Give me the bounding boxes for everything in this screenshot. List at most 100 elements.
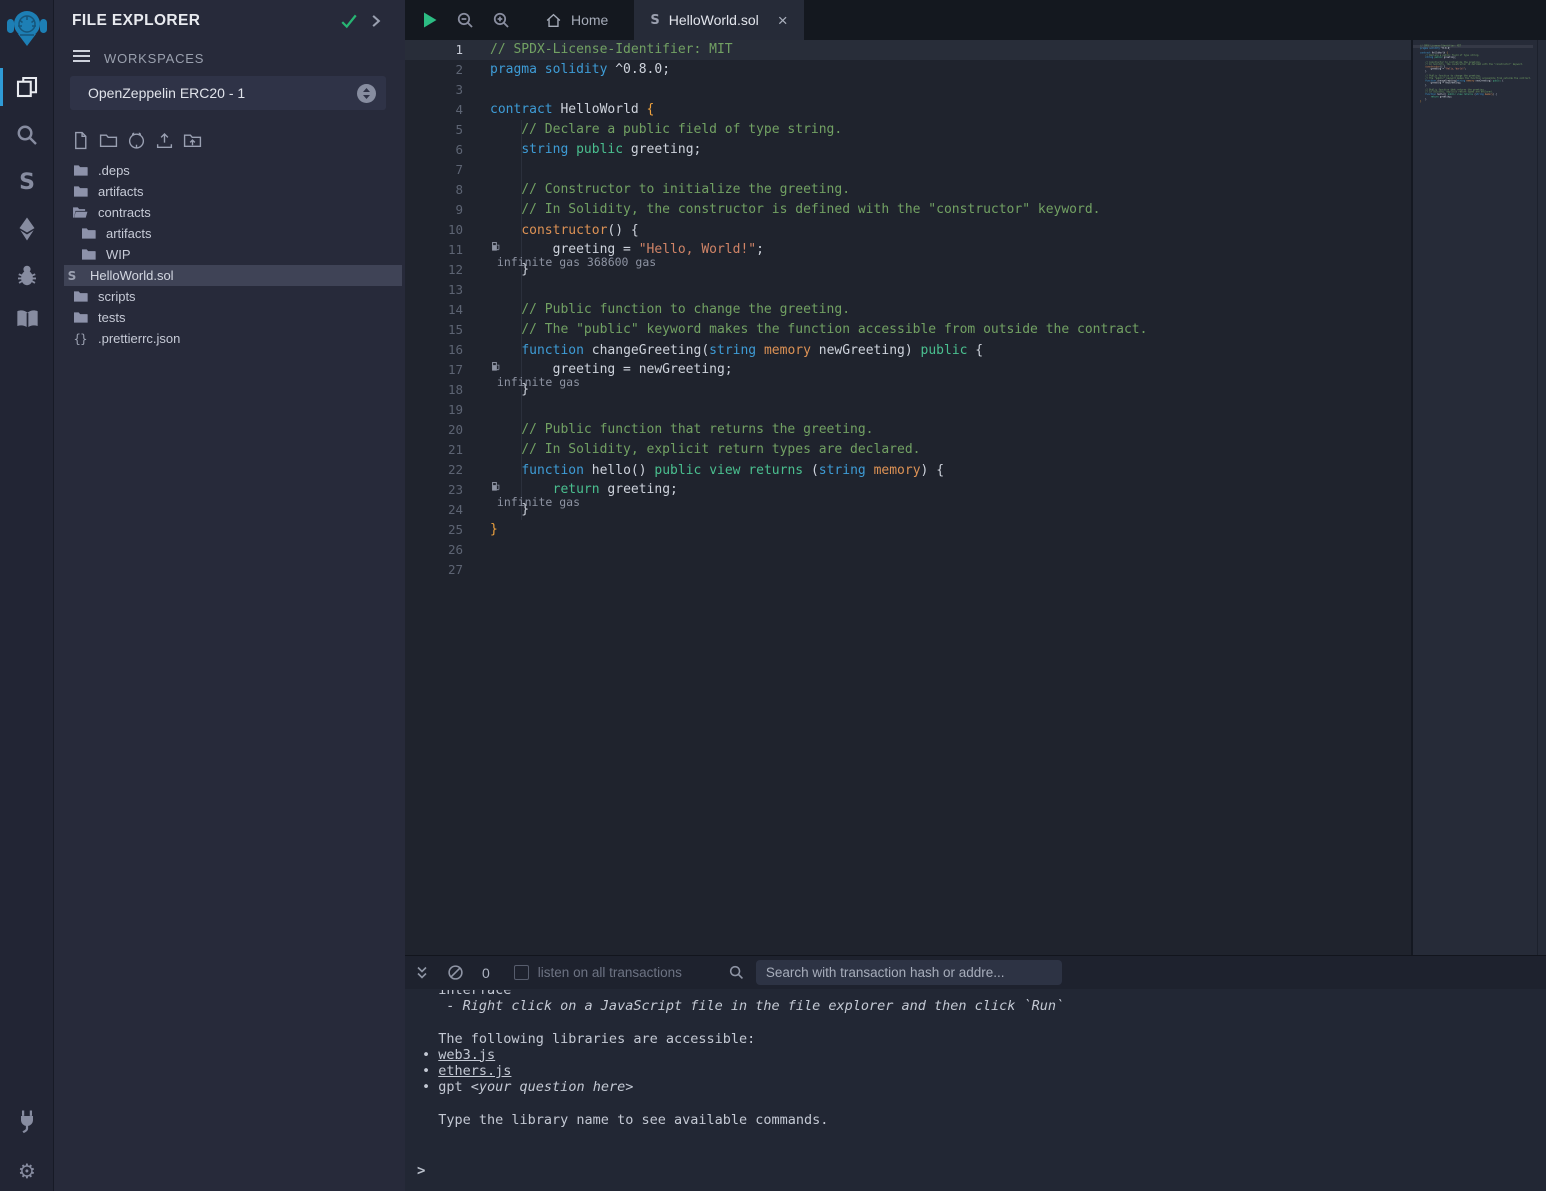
line-number: 18: [405, 380, 463, 400]
code-line-15[interactable]: // The "public" keyword makes the functi…: [490, 320, 1147, 340]
panel-title: FILE EXPLORER: [72, 12, 200, 30]
code-line-20[interactable]: // Public function that returns the gree…: [490, 420, 1147, 440]
minimap-code: // SPDX-License-Identifier: MITpragma so…: [1420, 45, 1531, 107]
workspace-select[interactable]: OpenZeppelin ERC20 - 1: [70, 76, 386, 110]
listen-transactions-label: listen on all transactions: [538, 965, 682, 980]
close-icon[interactable]: ×: [778, 12, 788, 29]
code-line-17[interactable]: greeting = newGreeting;: [490, 360, 1147, 380]
tree-item-contracts[interactable]: contracts: [55, 202, 405, 223]
code-line-27[interactable]: [490, 560, 1147, 580]
folder-icon: [72, 163, 88, 179]
sidebar-item-deploy-and-run[interactable]: [0, 210, 54, 248]
run-script-button[interactable]: [411, 0, 447, 40]
code-line-14[interactable]: // Public function to change the greetin…: [490, 300, 1147, 320]
code-line-6[interactable]: string public greeting;: [490, 140, 1147, 160]
code-line-11[interactable]: greeting = "Hello, World!";: [490, 240, 1147, 260]
tree-item-scripts[interactable]: scripts: [55, 286, 405, 307]
file-tree: .depsartifactscontractsartifactsWIPSHell…: [55, 160, 405, 349]
tree-item-label: .deps: [98, 163, 130, 178]
tab-helloworld-sol[interactable]: S HelloWorld.sol ×: [634, 0, 803, 40]
zoom-out-icon[interactable]: [447, 0, 483, 40]
code-line-19[interactable]: [490, 400, 1147, 420]
remix-ide-window: S: [0, 0, 1546, 1191]
line-number: 8: [405, 180, 463, 200]
upload-file-icon[interactable]: [154, 129, 174, 151]
zoom-in-icon[interactable]: [483, 0, 519, 40]
line-number: 15: [405, 320, 463, 340]
code-editor[interactable]: 1234567891011121314151617181920212223242…: [405, 40, 1411, 955]
line-number: 1: [405, 40, 463, 60]
tree-item-tests[interactable]: tests: [55, 307, 405, 328]
terminal-line: interface: [422, 990, 1546, 998]
tab-label: HelloWorld.sol: [669, 12, 759, 28]
code-line-25[interactable]: }: [490, 520, 1147, 540]
code-line-23[interactable]: return greeting;: [490, 480, 1147, 500]
activity-bar: S: [0, 0, 54, 1191]
sidebar-item-search[interactable]: [0, 116, 54, 154]
code-line-16[interactable]: function changeGreeting(string memory ne…: [490, 340, 1147, 360]
line-number: 13: [405, 280, 463, 300]
terminal-line: [422, 1095, 1546, 1111]
sidebar-item-debugger[interactable]: [0, 256, 54, 294]
workspaces-label: WORKSPACES: [104, 51, 204, 66]
remix-logo-icon[interactable]: [5, 6, 49, 52]
sidebar-item-settings[interactable]: ⚙: [0, 1152, 54, 1190]
sidebar-item-plugin-manager[interactable]: [0, 1102, 54, 1140]
tree-item-wip[interactable]: WIP: [55, 244, 405, 265]
github-icon[interactable]: [126, 129, 146, 151]
sidebar-item-solidity-compiler[interactable]: S: [0, 163, 54, 201]
line-number: 4: [405, 100, 463, 120]
line-number: 19: [405, 400, 463, 420]
new-folder-icon[interactable]: [98, 129, 118, 151]
tree-item-helloworld-sol[interactable]: SHelloWorld.sol: [64, 265, 402, 286]
minimap[interactable]: // SPDX-License-Identifier: MITpragma so…: [1411, 40, 1546, 955]
code-line-13[interactable]: [490, 280, 1147, 300]
code-line-7[interactable]: [490, 160, 1147, 180]
tab-home[interactable]: Home: [529, 0, 624, 40]
code-line-1[interactable]: // SPDX-License-Identifier: MIT: [490, 40, 1147, 60]
code-line-8[interactable]: // Constructor to initialize the greetin…: [490, 180, 1147, 200]
terminal-output[interactable]: interface - Right click on a JavaScript …: [405, 990, 1546, 1191]
solidity-file-icon: S: [650, 13, 659, 28]
sidebar-item-learn[interactable]: [0, 300, 54, 338]
code-line-26[interactable]: [490, 540, 1147, 560]
code-line-10[interactable]: constructor() { infinite gas 368600 gas: [490, 220, 1147, 240]
line-numbers: 1234567891011121314151617181920212223242…: [405, 40, 463, 580]
line-number: 17: [405, 360, 463, 380]
editor-tabbar: Home S HelloWorld.sol ×: [405, 0, 1546, 40]
copy-icon: [15, 75, 39, 99]
sidebar-item-file-explorer[interactable]: [0, 68, 54, 106]
code-line-9[interactable]: // In Solidity, the constructor is defin…: [490, 200, 1147, 220]
tree-item-artifacts[interactable]: artifacts: [55, 223, 405, 244]
code-line-5[interactable]: // Declare a public field of type string…: [490, 120, 1147, 140]
terminal-link[interactable]: web3.js: [438, 1047, 495, 1063]
line-number: 25: [405, 520, 463, 540]
json-icon: {}: [72, 331, 88, 347]
code-line-24[interactable]: }: [490, 500, 1147, 520]
terminal: 0 listen on all transactions interface -…: [405, 955, 1546, 1191]
tree-item--deps[interactable]: .deps: [55, 160, 405, 181]
code-line-3[interactable]: [490, 80, 1147, 100]
code-line-2[interactable]: pragma solidity ^0.8.0;: [490, 60, 1147, 80]
code-line-22[interactable]: function hello() public view returns (st…: [490, 460, 1147, 480]
folder-icon: [72, 289, 88, 305]
terminal-search-input[interactable]: [756, 960, 1062, 985]
terminal-prompt[interactable]: >: [417, 1163, 425, 1179]
new-file-icon[interactable]: [70, 129, 90, 151]
tree-item--prettierrc-json[interactable]: {}.prettierrc.json: [55, 328, 405, 349]
check-icon[interactable]: [340, 13, 358, 29]
upload-folder-icon[interactable]: [182, 129, 202, 151]
line-number: 22: [405, 460, 463, 480]
workspaces-menu-icon[interactable]: [72, 48, 91, 64]
code-line-18[interactable]: }: [490, 380, 1147, 400]
chevron-right-icon[interactable]: [369, 13, 383, 29]
collapse-terminal-icon[interactable]: [414, 965, 430, 981]
line-number: 21: [405, 440, 463, 460]
terminal-link[interactable]: ethers.js: [438, 1063, 511, 1079]
clear-console-icon[interactable]: [447, 964, 464, 981]
code-line-4[interactable]: contract HelloWorld {: [490, 100, 1147, 120]
code-line-21[interactable]: // In Solidity, explicit return types ar…: [490, 440, 1147, 460]
tree-item-artifacts[interactable]: artifacts: [55, 181, 405, 202]
listen-transactions-checkbox[interactable]: [514, 965, 529, 980]
tab-label: Home: [571, 12, 608, 28]
